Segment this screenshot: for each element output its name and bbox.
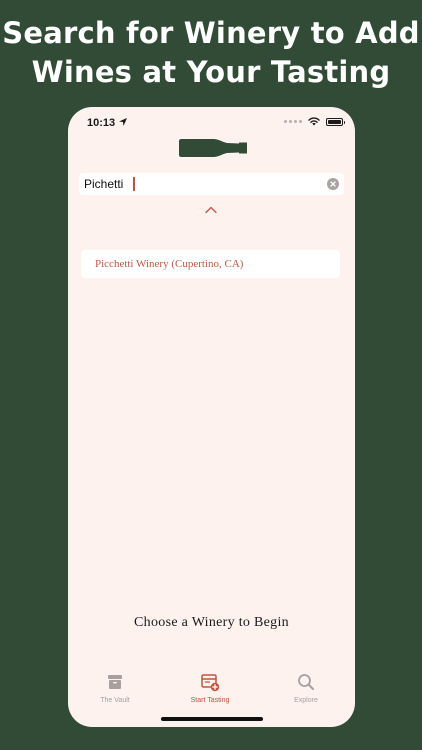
close-icon	[330, 181, 336, 187]
phone-screen: 10:13 Picchetti Winery (Cupertino	[68, 107, 355, 727]
chevron-up-icon[interactable]	[204, 206, 218, 214]
archive-box-icon	[108, 675, 122, 689]
tab-label: Start Tasting	[190, 697, 230, 704]
headline-line-1: Search for Winery to Add	[2, 16, 420, 50]
location-arrow-icon	[119, 118, 127, 126]
tab-start-tasting[interactable]: Start Tasting	[165, 672, 255, 704]
tab-label: Explore	[294, 697, 318, 704]
home-indicator[interactable]	[161, 717, 263, 721]
magnifying-glass-icon	[298, 674, 314, 690]
search-result-item[interactable]: Picchetti Winery (Cupertino, CA)	[81, 250, 340, 278]
headline: Search for Winery to Add Wines at Your T…	[0, 14, 422, 92]
search-bar[interactable]	[79, 173, 344, 195]
tab-bar: The Vault Start Tasting Explore	[68, 672, 355, 712]
tab-explore[interactable]: Explore	[261, 672, 351, 704]
search-result-label: Picchetti Winery (Cupertino, CA)	[95, 258, 244, 270]
clear-search-button[interactable]	[327, 178, 339, 190]
text-cursor	[133, 177, 135, 191]
status-time: 10:13	[87, 117, 116, 129]
battery-icon	[326, 117, 345, 126]
search-input[interactable]	[84, 173, 324, 195]
choose-winery-prompt: Choose a Winery to Begin	[134, 615, 289, 630]
headline-line-2: Wines at Your Tasting	[31, 55, 391, 89]
tab-label: The Vault	[100, 697, 130, 704]
status-bar: 10:13	[68, 107, 355, 135]
tab-the-vault[interactable]: The Vault	[70, 672, 160, 704]
wifi-icon	[308, 117, 320, 126]
signal-dots-icon	[284, 120, 302, 123]
wine-bottle-logo-icon	[179, 139, 247, 157]
status-indicators	[284, 117, 345, 126]
tasting-card-plus-icon	[201, 674, 220, 692]
